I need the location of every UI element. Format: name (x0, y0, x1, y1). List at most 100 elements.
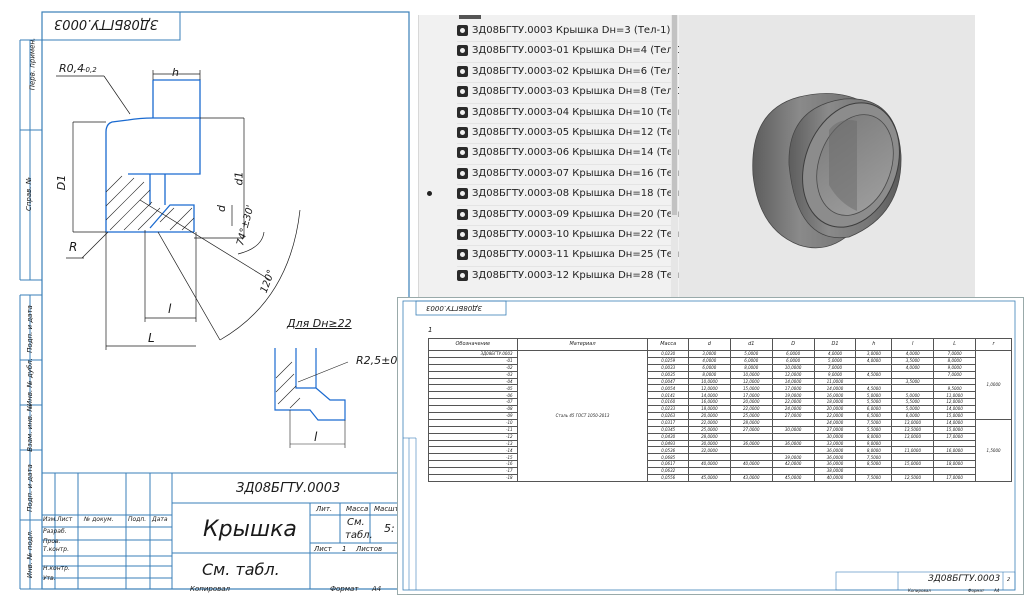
table-cell-designation: -09 (428, 412, 518, 420)
table-header-cell: l (891, 338, 935, 351)
table-footer-copied: Копировал (908, 588, 931, 593)
table-header-cell: Обозначение (428, 338, 518, 351)
variant-list-item[interactable]: ЗД08БГТУ.0003-07 Крышка Dн=16 (Тел-1) (419, 164, 679, 184)
part-section-outline (105, 79, 201, 233)
variant-list-item-label: ЗД08БГТУ.0003-09 Крышка Dн=20 (Тел-1) (472, 208, 679, 220)
table-cell (729, 453, 773, 462)
part-3d-model[interactable] (679, 15, 975, 297)
table-cell (891, 384, 935, 393)
part-body-icon (457, 127, 468, 138)
table-row: -04 0,0047 10,0000 12,0000 14,0000 11,0000 3,5… (428, 377, 1012, 386)
table-cell: 20,0000 (687, 412, 731, 420)
tb-role-4: Утв. (43, 575, 56, 582)
table-cell: 12,0000 (729, 377, 773, 386)
table-cell (933, 453, 977, 462)
table-cell-designation: -07 (428, 398, 518, 407)
part-body-icon (457, 269, 468, 281)
table-header-cell: h (855, 338, 893, 351)
table-footer-designation: ЗД08БГТУ.0003 (928, 574, 1001, 584)
title-block-designation: ЗД08БГТУ.0003 (236, 481, 341, 496)
table-cell (771, 432, 815, 441)
table-row: -10 0,0317 22,0000 28,0000 24,0000 7,5000 13,0… (428, 418, 1012, 482)
table-row: -01 0,0259 4,0000 6,0000 6,0000 5,0000 4,0000 3… (428, 356, 1012, 365)
table-header-cell: L (933, 338, 977, 351)
table-sheet-number: 1 (428, 326, 433, 334)
table-footer-format-value: А4 (994, 588, 1000, 593)
variant-list-item[interactable]: ЗД08БГТУ.0003-03 Крышка Dн=8 (Тел-1) (419, 82, 679, 102)
table-cell: 22,0000 (813, 412, 857, 420)
table-cell: 13,5000 (891, 425, 935, 434)
table-cell-designation: -12 (428, 432, 518, 441)
variant-list-item[interactable]: ЗД08БГТУ.0003-09 Крышка Dн=20 (Тел-1) (419, 205, 679, 225)
radius-dim-label: R0,4 (59, 62, 85, 75)
table-cell: 20,0000 (813, 405, 857, 414)
table-cell-designation: -02 (428, 363, 518, 372)
table-cell (891, 439, 935, 448)
title-block-sheet-label: Лист (314, 545, 332, 553)
margin-label-1: Справ. № (25, 176, 34, 212)
table-cell-r: 1,0000 (975, 350, 1012, 420)
table-cell: 0,0632 (647, 467, 689, 476)
table-cell: 7,0000 (933, 370, 977, 379)
table-cell: 12,0000 (933, 398, 977, 407)
variant-list-item[interactable]: ЗД08БГТУ.0003-04 Крышка Dн=10 (Тел-1) (419, 103, 679, 123)
variant-list-item-label: ЗД08БГТУ.0003-07 Крышка Dн=16 (Тел-1) (472, 167, 679, 179)
table-cell: 30,0000 (813, 432, 857, 441)
table-cell (891, 370, 935, 379)
table-cell: 0,0035 (647, 370, 689, 379)
detail-dim-l: l (314, 430, 318, 444)
part-body-icon (457, 229, 468, 240)
title-block-material: См. табл. (202, 560, 280, 579)
table-cell (933, 377, 977, 386)
dim-h: h (172, 66, 179, 79)
part-body-icon (457, 65, 468, 77)
table-row: -14 0,0536 32,0000 36,0000 8,0000 11,0000 16,0… (428, 446, 1012, 455)
variant-parameters-table: Обозначение Материал Масса d d1 D D1 h l Lr ЗД08Б… (428, 338, 1012, 482)
list-separator (457, 163, 671, 165)
table-cell (855, 377, 893, 386)
variant-list-item[interactable]: ЗД08БГТУ.0003-10 Крышка Dн=22 (Тел-1) (419, 225, 679, 245)
table-header-cell: d (687, 338, 731, 351)
table-cell: 0,0263 (647, 412, 689, 420)
variant-dropdown-list[interactable]: ЗД08БГТУ.0003 Крышка Dн=3 (Тел-1) ЗД08БГТ… (418, 15, 679, 297)
variant-list-item[interactable]: ЗД08БГТУ.0003-12 Крышка Dн=28 (Тел-1) (419, 266, 679, 286)
table-cell: 12,0000 (687, 384, 731, 393)
table-cell: 0,0047 (647, 377, 689, 386)
table-row: ЗД08БГТУ.0003 Сталь 45 ГОСТ 1050-2013 0,02… (428, 350, 1012, 482)
table-cell: 6,0000 (855, 405, 893, 414)
title-block-sheets-label: Листов (356, 545, 383, 553)
variant-list-item[interactable]: ЗД08БГТУ.0003-05 Крышка Dн=12 (Тел-1) (419, 123, 679, 143)
table-cell-designation: -03 (428, 370, 518, 379)
list-separator (457, 143, 671, 145)
table-cell: 0,0493 (647, 439, 689, 448)
table-cell: 17,0000 (729, 391, 773, 400)
list-scrollbar-thumb[interactable] (672, 15, 677, 215)
table-cell: 14,0000 (771, 377, 815, 386)
table-cell: 0,0259 (647, 356, 689, 365)
model-3d-viewport[interactable] (679, 15, 975, 297)
tb-format-label: Формат (330, 585, 359, 593)
table-cell: 0,0141 (647, 391, 689, 400)
variant-list-item-label: ЗД08БГТУ.0003-03 Крышка Dн=8 (Тел-1) (472, 86, 679, 98)
table-cell: 38,0000 (813, 467, 857, 476)
variant-list-item[interactable]: ЗД08БГТУ.0003 Крышка Dн=3 (Тел-1) (419, 21, 671, 41)
table-row: -08 0,0233 18,0000 22,0000 24,0000 20,0000 6,0… (428, 405, 1012, 414)
table-cell: 17,0000 (933, 432, 977, 441)
table-cell: 13,0000 (891, 432, 935, 441)
table-cell: 33,0000 (813, 439, 857, 448)
table-cell: 24,0000 (813, 418, 857, 427)
table-cell: 0,0233 (647, 405, 689, 414)
variant-list-item[interactable]: ЗД08БГТУ.0003-08 Крышка Dн=18 (Тел-1) (419, 184, 679, 204)
variant-list-item[interactable]: ЗД08БГТУ.0003-06 Крышка Dн=14 (Тел-1) (419, 143, 679, 163)
variant-list-item[interactable]: ЗД08БГТУ.0003-01 Крышка Dн=4 (Тел-1) (419, 41, 679, 61)
table-cell: 14,0000 (933, 418, 977, 427)
title-block-scale-value: 5: (384, 522, 395, 535)
variant-list-item-label: ЗД08БГТУ.0003-12 Крышка Dн=28 (Тел-1) (472, 269, 679, 281)
variant-list-item[interactable]: ЗД08БГТУ.0003-02 Крышка Dн=6 (Тел-1) (419, 62, 679, 82)
title-block-lit-header: Лит. (316, 505, 333, 513)
table-cell: 4,0000 (891, 363, 935, 372)
table-cell: 36,0000 (813, 446, 857, 455)
table-cell: 40,0000 (813, 474, 857, 482)
variant-list-item[interactable]: ЗД08БГТУ.0003-11 Крышка Dн=25 (Тел-1) (419, 245, 679, 265)
table-cell-material: Сталь 45 ГОСТ 1050-2013 (516, 350, 649, 482)
